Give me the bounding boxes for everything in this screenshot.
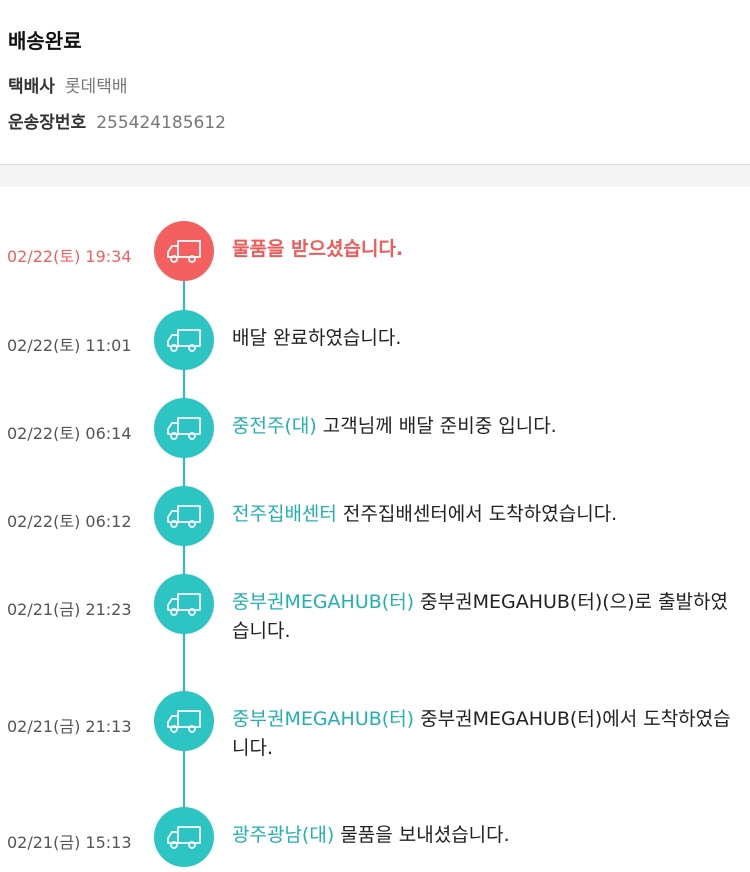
- truck-icon: [154, 398, 214, 458]
- truck-icon: [154, 574, 214, 634]
- courier-value: 롯데택배: [64, 77, 128, 97]
- event-time: 02/22(토) 06:12: [7, 512, 132, 531]
- tracking-label: 운송장번호: [8, 113, 87, 133]
- event-time: 02/21(금) 21:23: [7, 600, 132, 619]
- delivery-header: 배송완료 택배사 롯데택배 운송장번호 255424185612: [0, 0, 750, 165]
- event-message: 물품을 받으셨습니다.: [232, 238, 404, 260]
- courier-row: 택배사 롯데택배: [8, 72, 127, 97]
- delivery-status-title: 배송완료: [8, 29, 82, 53]
- truck-icon: [154, 807, 214, 867]
- event-message: 중전주(대) 고객님께 배달 준비중 입니다.: [232, 415, 557, 437]
- event-message: 배달 완료하였습니다.: [232, 327, 402, 349]
- event-time: 02/22(토) 11:01: [7, 336, 132, 355]
- event-time: 02/21(금) 15:13: [7, 833, 132, 852]
- tracking-number: 255424185612: [96, 113, 226, 133]
- event-time: 02/22(토) 19:34: [7, 247, 132, 266]
- event-message: 중부권MEGAHUB(터) 중부권MEGAHUB(터)에서 도착하였습니다.: [232, 708, 731, 759]
- event-message: 전주집배센터 전주집배센터에서 도착하였습니다.: [232, 503, 618, 525]
- section-divider: [0, 165, 750, 187]
- truck-icon: [154, 310, 214, 370]
- event-time: 02/21(금) 21:13: [7, 717, 132, 736]
- courier-label: 택배사: [8, 77, 55, 97]
- tracking-row: 운송장번호 255424185612: [8, 108, 226, 133]
- tracking-timeline: 02/22(토) 19:34 물품을 받으셨습니다. 02/22(토) 11:0…: [0, 187, 750, 872]
- event-time: 02/22(토) 06:14: [7, 424, 132, 443]
- truck-icon: [154, 221, 214, 281]
- event-message: 중부권MEGAHUB(터) 중부권MEGAHUB(터)(으)로 출발하였습니다.: [232, 591, 728, 642]
- event-message: 광주광남(대) 물품을 보내셨습니다.: [232, 824, 510, 846]
- truck-icon: [154, 691, 214, 751]
- truck-icon: [154, 486, 214, 546]
